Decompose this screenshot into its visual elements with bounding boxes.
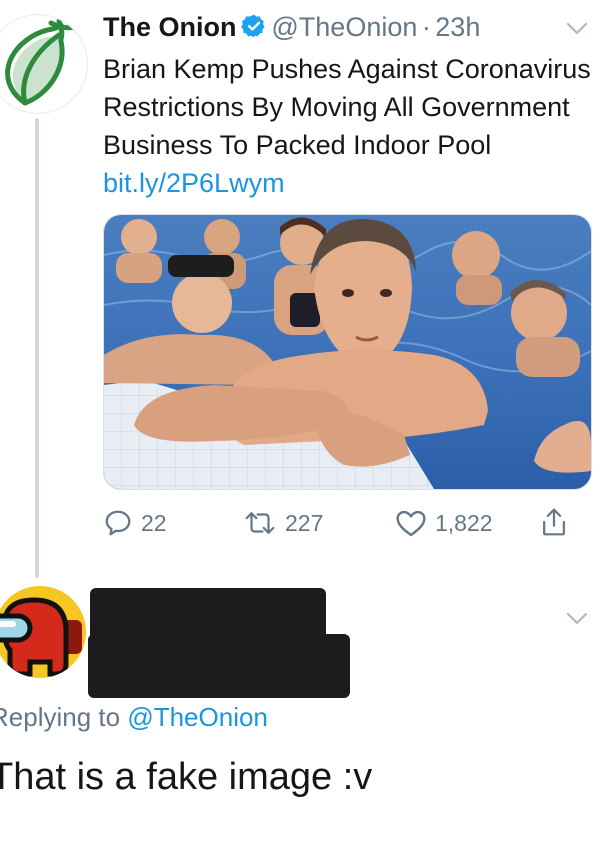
verified-badge-icon <box>241 13 267 44</box>
reply-author-avatar[interactable] <box>0 586 86 678</box>
reply-action[interactable]: 22 <box>103 508 167 538</box>
redacted-reply-author-name <box>90 588 326 640</box>
share-icon <box>543 508 565 536</box>
tweet-menu-button[interactable] <box>566 22 588 41</box>
author-handle[interactable]: @TheOnion <box>271 12 417 42</box>
reply-count: 22 <box>141 509 167 536</box>
author-name[interactable]: The Onion <box>103 12 236 42</box>
tweet-time[interactable]: 23h <box>435 12 480 42</box>
chevron-down-icon <box>566 22 588 35</box>
replying-to-label: Replying to <box>0 702 121 732</box>
tweet-text: Brian Kemp Pushes Against Coronavirus Re… <box>103 54 591 160</box>
tweet-header: The Onion @TheOnion · 23h <box>103 12 480 44</box>
tweet-body: Brian Kemp Pushes Against Coronavirus Re… <box>103 50 593 202</box>
share-action[interactable] <box>540 506 568 538</box>
onion-avatar[interactable] <box>0 14 88 114</box>
thread-connector-line <box>35 118 39 578</box>
onion-logo-icon <box>5 18 78 106</box>
chevron-down-icon <box>566 612 588 625</box>
redacted-reply-author-handle <box>88 634 350 698</box>
retweet-icon <box>245 512 275 534</box>
pool-photo <box>104 215 591 489</box>
like-action[interactable]: 1,822 <box>395 508 493 538</box>
reply-icon <box>105 510 131 536</box>
like-icon <box>396 510 426 537</box>
retweet-action[interactable]: 227 <box>243 508 323 538</box>
replying-to-handle[interactable]: @TheOnion <box>127 702 268 732</box>
tweet-link[interactable]: bit.ly/2P6Lwym <box>103 168 285 198</box>
reply-text: That is a fake image :v <box>0 756 373 798</box>
among-us-crewmate-icon <box>0 597 82 677</box>
reply-menu-button[interactable] <box>566 612 588 631</box>
retweet-count: 227 <box>285 509 324 536</box>
replying-to-line: Replying to @TheOnion <box>0 702 268 733</box>
like-count: 1,822 <box>435 509 493 536</box>
tweet-media-image[interactable] <box>103 214 592 490</box>
header-separator: · <box>421 12 431 42</box>
